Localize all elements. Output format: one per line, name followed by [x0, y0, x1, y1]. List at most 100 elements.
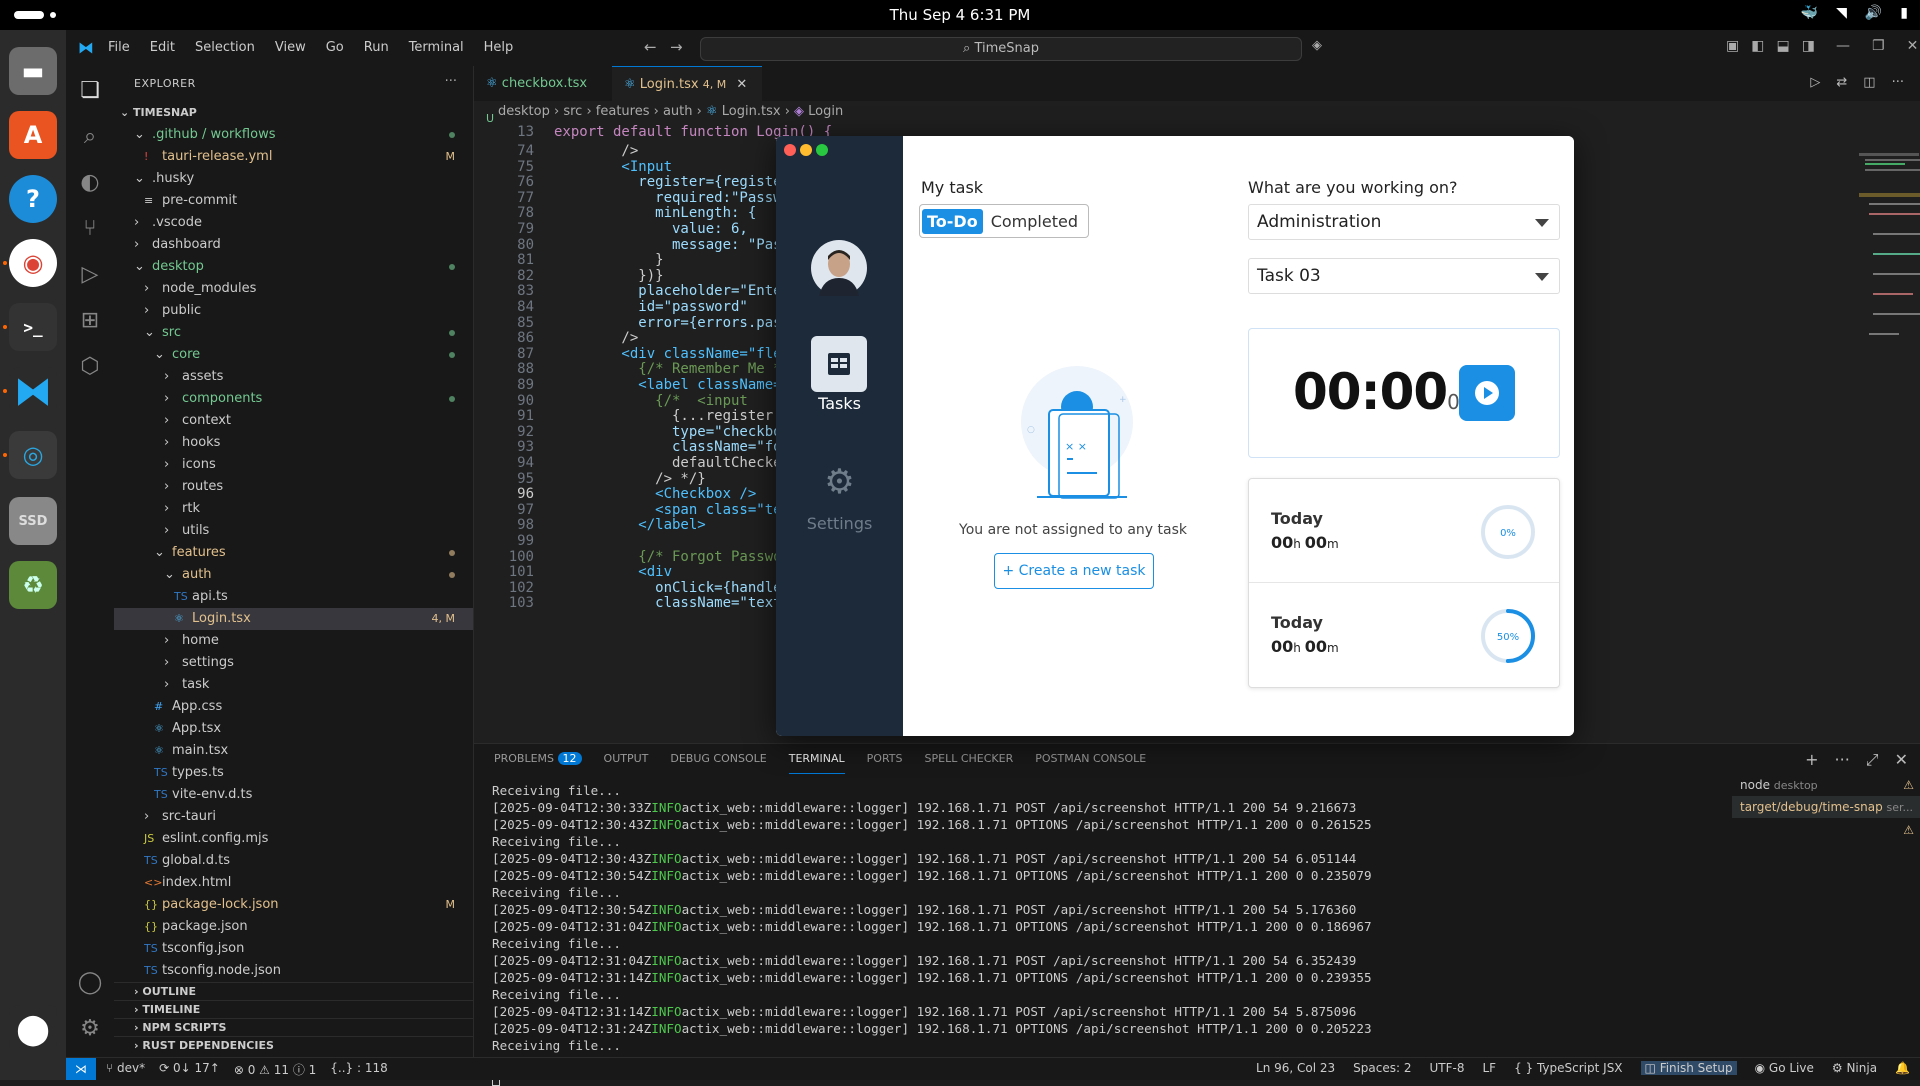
file-tree-folder[interactable]: › node_modules: [114, 278, 473, 300]
file-tree-folder[interactable]: ⌄ .github / workflows: [114, 124, 473, 146]
layout-controls[interactable]: ▣ ◧ ⬓ ◨: [1726, 38, 1815, 54]
file-tree-folder[interactable]: ⌄ .husky: [114, 168, 473, 190]
ninja-indicator[interactable]: ⚙ Ninja: [1832, 1061, 1877, 1075]
terminal-output[interactable]: Receiving file... [2025-09-04T12:30:33ZIN…: [492, 782, 1512, 1086]
files-app-icon[interactable]: ▬: [9, 47, 57, 95]
file-tree-folder[interactable]: ⌄ features: [114, 542, 473, 564]
breadcrumb-item[interactable]: features: [596, 104, 650, 119]
restore-icon[interactable]: ❐: [1872, 38, 1885, 54]
new-terminal-icon[interactable]: +: [1805, 750, 1818, 770]
menu-run[interactable]: Run: [364, 40, 389, 55]
file-tree-file[interactable]: <> index.html: [114, 872, 473, 894]
encoding[interactable]: UTF-8: [1429, 1061, 1464, 1075]
run-icon[interactable]: ▷: [1810, 75, 1820, 90]
compare-icon[interactable]: ⇄: [1836, 75, 1847, 90]
more-actions-icon[interactable]: ···: [1835, 750, 1850, 770]
tasks-nav-button[interactable]: [811, 336, 867, 392]
finish-setup-button[interactable]: ◫ Finish Setup: [1640, 1061, 1737, 1075]
search-icon[interactable]: ⌕: [76, 124, 104, 152]
cursor-position[interactable]: Ln 96, Col 23: [1256, 1061, 1335, 1075]
tab-login[interactable]: ⚛ Login.tsx 4, M ✕: [612, 66, 762, 101]
file-tree-file[interactable]: TS api.ts: [114, 586, 473, 608]
file-tree-folder[interactable]: › rtk: [114, 498, 473, 520]
file-tree-file[interactable]: TS tsconfig.node.json: [114, 960, 473, 982]
file-tree-folder[interactable]: › assets: [114, 366, 473, 388]
remote-indicator[interactable]: ⋊: [66, 1058, 96, 1080]
customize-layout-icon[interactable]: ▣: [1726, 38, 1739, 54]
extensions-icon[interactable]: ⊞: [76, 308, 104, 336]
source-control-icon[interactable]: ⑂: [76, 216, 104, 244]
timesnap-app-icon[interactable]: ◎: [9, 431, 57, 479]
go-live-button[interactable]: ◉ Go Live: [1755, 1061, 1814, 1075]
file-tree-file[interactable]: TS global.d.ts: [114, 850, 473, 872]
code-line[interactable]: </label>: [554, 516, 705, 535]
file-tree-folder[interactable]: › home: [114, 630, 473, 652]
trash-icon[interactable]: ♻: [9, 561, 57, 609]
project-select[interactable]: Administration: [1248, 204, 1560, 240]
editor-actions[interactable]: ▷ ⇄ ◫ ···: [1810, 75, 1904, 90]
file-tree-file[interactable]: ⚛ App.tsx: [114, 718, 473, 740]
menu-file[interactable]: File: [108, 40, 130, 55]
clock[interactable]: Thu Sep 4 6:31 PM: [0, 6, 1920, 24]
help-icon[interactable]: ?: [9, 175, 57, 223]
language-mode[interactable]: { } TypeScript JSX: [1514, 1061, 1622, 1075]
tab-checkbox[interactable]: ⚛ checkbox.tsx U: [474, 66, 610, 125]
file-tree-folder[interactable]: › routes: [114, 476, 473, 498]
remote-explorer-icon[interactable]: ⬡: [76, 354, 104, 382]
panel-tab-ports[interactable]: PORTS: [867, 744, 903, 774]
copilot-icon[interactable]: ◈: [1312, 38, 1322, 53]
breadcrumb-item[interactable]: auth: [663, 104, 693, 119]
toggle-sidebar-icon[interactable]: ◧: [1751, 38, 1764, 54]
wifi-icon[interactable]: ◥: [1836, 5, 1847, 21]
file-tree-folder[interactable]: ⌄ core: [114, 344, 473, 366]
menu-view[interactable]: View: [275, 40, 306, 55]
maximize-panel-icon[interactable]: ⤢: [1866, 750, 1879, 770]
completed-toggle[interactable]: Completed: [983, 209, 1086, 234]
panel-tab-problems[interactable]: PROBLEMS 12: [494, 744, 582, 774]
file-tree-folder[interactable]: › task: [114, 674, 473, 696]
file-tree-file[interactable]: JS eslint.config.mjs: [114, 828, 473, 850]
minimize-window-button[interactable]: [800, 144, 812, 156]
close-window-button[interactable]: [784, 144, 796, 156]
file-tree-folder[interactable]: › .vscode: [114, 212, 473, 234]
file-tree-folder[interactable]: › icons: [114, 454, 473, 476]
breadcrumb-item[interactable]: Login: [808, 104, 843, 119]
panel-tab-terminal[interactable]: TERMINAL: [788, 744, 845, 774]
sidebar-section-timeline[interactable]: › TIMELINE: [114, 1000, 473, 1018]
manage-gear-icon[interactable]: ⚙: [76, 1016, 104, 1044]
maximize-window-button[interactable]: [816, 144, 828, 156]
branch-indicator[interactable]: ⑂ dev*: [106, 1061, 145, 1078]
back-arrow-icon[interactable]: ←: [644, 38, 657, 56]
panel-tab-spell-checker[interactable]: SPELL CHECKER: [925, 744, 1014, 774]
menu-help[interactable]: Help: [484, 40, 514, 55]
battery-icon[interactable]: ▮: [1900, 5, 1908, 21]
docker-icon[interactable]: 🐳: [1801, 5, 1818, 21]
code-line[interactable]: className="text-: [554, 594, 790, 613]
breadcrumb-item[interactable]: desktop: [498, 104, 550, 119]
file-tree-folder[interactable]: › src-tauri: [114, 806, 473, 828]
file-tree-folder[interactable]: › context: [114, 410, 473, 432]
menu-terminal[interactable]: Terminal: [409, 40, 464, 55]
file-tree-file[interactable]: ⚛ main.tsx: [114, 740, 473, 762]
sidebar-section-rust-dependencies[interactable]: › RUST DEPENDENCIES: [114, 1036, 473, 1054]
start-timer-button[interactable]: [1459, 365, 1515, 421]
panel-tab-debug-console[interactable]: DEBUG CONSOLE: [670, 744, 766, 774]
menu-go[interactable]: Go: [326, 40, 344, 55]
file-tree-folder[interactable]: › components: [114, 388, 473, 410]
bracket-indicator[interactable]: {..} : 118: [330, 1061, 387, 1078]
indentation[interactable]: Spaces: 2: [1353, 1061, 1411, 1075]
avatar[interactable]: [811, 240, 867, 296]
file-tree-file[interactable]: # App.css: [114, 696, 473, 718]
notifications-icon[interactable]: 🔔: [1895, 1061, 1910, 1075]
toggle-secondary-sidebar-icon[interactable]: ◨: [1802, 38, 1815, 54]
run-debug-icon[interactable]: ▷: [76, 262, 104, 290]
panel-actions[interactable]: + ··· ⤢ ✕: [1805, 750, 1908, 770]
create-task-button[interactable]: + Create a new task: [994, 553, 1154, 589]
panel-tab-output[interactable]: OUTPUT: [604, 744, 649, 774]
more-actions-icon[interactable]: ···: [445, 74, 457, 89]
file-tree-file[interactable]: TS types.ts: [114, 762, 473, 784]
file-tree-file[interactable]: TS tsconfig.json: [114, 938, 473, 960]
breadcrumb-item[interactable]: Login.tsx: [722, 104, 781, 119]
tasks-nav-label[interactable]: Tasks: [776, 394, 903, 413]
toggle-panel-icon[interactable]: ⬓: [1776, 38, 1789, 54]
